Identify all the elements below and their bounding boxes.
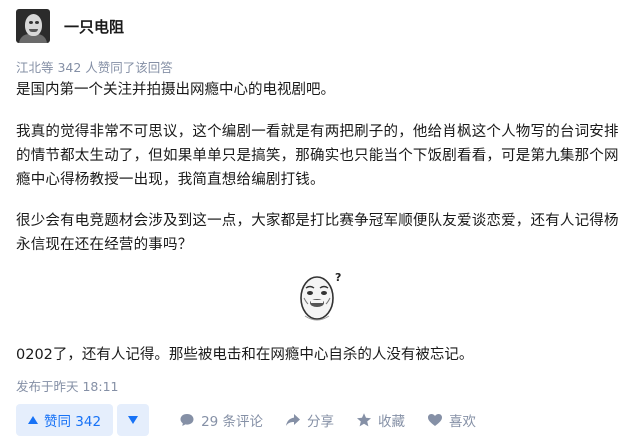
upvote-label: 赞同 342 [44, 414, 102, 430]
action-bar: 赞同 342 29 条评论 分享 收藏 喜欢 [16, 404, 476, 436]
downvote-button[interactable] [117, 404, 150, 436]
heart-icon [428, 414, 443, 426]
avatar-face [25, 14, 42, 36]
avatar-eye [29, 21, 33, 24]
share-arrow-icon [286, 414, 301, 426]
comment-bubble-icon [180, 414, 194, 426]
voters-summary[interactable]: 江北等 342 人赞同了该回答 [16, 57, 173, 76]
comment-button[interactable]: 29 条评论 [179, 410, 263, 430]
svg-text:?: ? [335, 271, 341, 284]
favorite-button[interactable]: 收藏 [356, 410, 405, 430]
upvote-button[interactable]: 赞同 342 [16, 404, 114, 436]
confused-face-sticker: ? [300, 271, 341, 321]
author-row: 一只电阻 [16, 9, 124, 43]
publish-time[interactable]: 发布于昨天 18:11 [16, 376, 119, 395]
answer-paragraph-4: 0202了，还有人记得。那些被电击和在网瘾中心自杀的人没有被忘记。 [16, 347, 474, 363]
favorite-label: 收藏 [378, 414, 406, 430]
comment-label: 29 条评论 [201, 414, 264, 430]
share-button[interactable]: 分享 [285, 410, 334, 430]
triangle-up-icon [28, 416, 38, 424]
avatar-eye [35, 21, 39, 24]
answer-paragraph-2: 我真的觉得非常不可思议，这个编剧一看就是有两把刷子的，他给肖枫这个人物写的台词安… [16, 124, 619, 188]
like-button[interactable]: 喜欢 [427, 410, 476, 430]
author-name[interactable]: 一只电阻 [64, 16, 124, 37]
answer-paragraph-3: 很少会有电竞题材会涉及到这一点，大家都是打比赛争冠军顺便队友爱谈恋爱，还有人记得… [16, 213, 619, 253]
share-label: 分享 [307, 414, 335, 430]
triangle-down-icon [128, 416, 139, 424]
answer-paragraph-1: 是国内第一个关注并拍摄出网瘾中心的电视剧吧。 [16, 82, 335, 98]
star-icon [357, 413, 372, 427]
avatar[interactable] [16, 9, 50, 43]
like-label: 喜欢 [449, 414, 477, 430]
